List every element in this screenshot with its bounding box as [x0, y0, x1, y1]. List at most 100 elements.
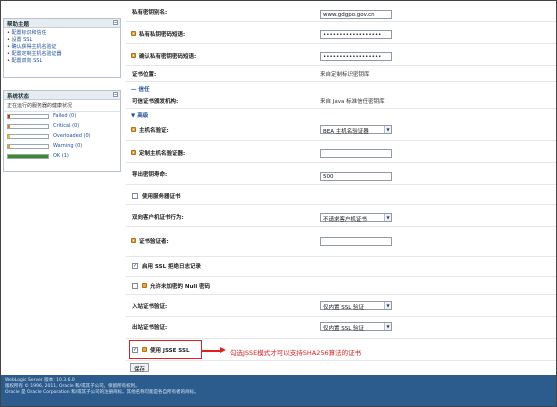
- collapse-icon[interactable]: −: [113, 92, 118, 97]
- private-key-alias-label: 私有密钥别名:: [132, 10, 168, 16]
- hostname-verify-label: 主机名验证:: [139, 128, 169, 134]
- status-bar-fill: [8, 115, 10, 118]
- key-icon: [131, 53, 136, 58]
- private-key-alias-input[interactable]: www.gdgpo.gov.cn: [320, 10, 392, 19]
- status-bar-fill: [8, 155, 48, 158]
- hostname-verify-selected: BEA 主机名验证器: [323, 129, 369, 135]
- status-row: Failed (0): [4, 112, 120, 122]
- status-bar: [7, 154, 49, 159]
- row-custom-hostname: 定制主机名验证器:: [126, 141, 556, 163]
- private-key-pass-input[interactable]: ••••••••••••••••••: [320, 30, 392, 39]
- row-ssl-rejection-log: ✓ 启用 SSL 拒绝日志记录: [126, 257, 556, 277]
- status-label[interactable]: Failed (0): [53, 113, 76, 119]
- key-icon: [131, 127, 136, 132]
- row-hostname-verify: 主机名验证: BEA 主机名验证器 ▼: [126, 119, 556, 141]
- confirm-pass-input[interactable]: ••••••••••••••••••: [320, 52, 392, 61]
- status-bar: [7, 114, 49, 119]
- inbound-cert-validation-label: 入站证书验证:: [132, 304, 168, 310]
- use-server-certs-checkbox[interactable]: [132, 193, 138, 199]
- status-rows: Failed (0) Critical (0) Overloaded (0) Warn…: [4, 112, 120, 162]
- annotation-highlight-box: [129, 340, 202, 359]
- footer-trademark: Oracle 是 Oracle Corporation 和/或其子公司的注册商标…: [5, 390, 199, 395]
- use-server-certs-label: 使用服务器证书: [142, 194, 181, 200]
- footer: WebLogic Server 版本: 10.3.6.0 版权所有 © 1996…: [1, 375, 556, 406]
- cert-authenticator-input[interactable]: [320, 237, 392, 246]
- client-cert-behavior-selected: 不请求客户机证书: [323, 217, 368, 223]
- outbound-cert-validation-selected: 仅内置 SSL 验证: [323, 326, 365, 332]
- row-cert-location: 证书位置: 来自定制标识密钥库: [126, 66, 556, 82]
- row-confirm-pass: 确认私有密钥密码短语: ••••••••••••••••••: [126, 44, 556, 66]
- left-column: 帮助主题 − 配置标识和信任 设置 SSL 确认获得主机名验证 配置定制主机名验…: [1, 1, 125, 375]
- status-label[interactable]: Warning (0): [53, 143, 82, 149]
- status-bar: [7, 124, 49, 129]
- help-link-two-way-ssl[interactable]: 配置双向 SSL: [7, 58, 117, 65]
- help-link-hostname-verify[interactable]: 确认获得主机名验证: [7, 44, 117, 51]
- system-status-title: 系统状态: [7, 94, 30, 100]
- row-null-cipher: 允许未加密的 Null 密码: [126, 277, 556, 295]
- status-label[interactable]: OK (1): [53, 153, 69, 159]
- row-trusted-ca: 可信证书颁发机构: 来自 Java 标准信任密钥库: [126, 93, 556, 109]
- row-private-key-pass: 私有私钥密码短语: ••••••••••••••••••: [126, 22, 556, 44]
- export-key-lifespan-input[interactable]: 500: [320, 172, 392, 181]
- annotation-text: 勾选JSSE模式才可以支持SHA256算法的证书: [230, 349, 362, 357]
- row-inbound-cert-validation: 入站证书验证: 仅内置 SSL 验证 ▼: [126, 295, 556, 317]
- custom-hostname-input[interactable]: [320, 149, 392, 158]
- help-link-setup-ssl[interactable]: 设置 SSL: [7, 37, 117, 44]
- status-label[interactable]: Critical (0): [53, 123, 79, 129]
- ssl-config-form: 私有密钥别名: www.gdgpo.gov.cn 私有私钥密码短语: •••••…: [126, 1, 556, 375]
- collapse-icon[interactable]: −: [113, 20, 118, 25]
- advanced-section-header[interactable]: ▼ 高级: [131, 111, 148, 119]
- row-cert-authenticator: 证书验证者:: [126, 227, 556, 257]
- help-topics-panel: 帮助主题 − 配置标识和信任 设置 SSL 确认获得主机名验证 配置定制主机名验…: [3, 18, 121, 78]
- help-topics-header: 帮助主题 −: [4, 19, 120, 28]
- annotation-arrow: [202, 350, 221, 352]
- help-link-identity-trust[interactable]: 配置标识和信任: [7, 30, 117, 37]
- status-row: Overloaded (0): [4, 132, 120, 142]
- annotation-arrow-head-icon: [220, 347, 226, 353]
- system-status-header: 系统状态 −: [4, 91, 120, 100]
- private-key-pass-label: 私有私钥密码短语:: [139, 32, 186, 38]
- ssl-rejection-log-checkbox[interactable]: ✓: [132, 263, 138, 269]
- client-cert-behavior-select[interactable]: 不请求客户机证书 ▼: [320, 213, 392, 223]
- cert-location-label: 证书位置:: [132, 72, 157, 78]
- null-cipher-checkbox[interactable]: [132, 283, 138, 289]
- row-client-cert-behavior: 双向客户机证书行为: 不请求客户机证书 ▼: [126, 205, 556, 227]
- help-topics-title: 帮助主题: [7, 22, 30, 28]
- row-outbound-cert-validation: 出站证书验证: 仅内置 SSL 验证 ▼: [126, 317, 556, 339]
- status-row: OK (1): [4, 152, 120, 162]
- system-status-subtitle: 正在运行的服务器的健康状况: [4, 100, 120, 112]
- key-icon: [131, 31, 136, 36]
- trusted-ca-label: 可信证书颁发机构:: [132, 99, 179, 105]
- status-bar: [7, 134, 49, 139]
- help-list: 配置标识和信任 设置 SSL 确认获得主机名验证 配置定制主机名验证器 配置双向…: [4, 28, 120, 67]
- row-export-key-lifespan: 导出密钥寿命: 500: [126, 163, 556, 185]
- row-private-key-alias: 私有密钥别名: www.gdgpo.gov.cn: [126, 6, 556, 22]
- chevron-down-icon: ▼: [384, 214, 391, 221]
- confirm-pass-label: 确认私有密钥密码短语:: [139, 54, 197, 60]
- key-icon: [142, 283, 147, 288]
- null-cipher-label: 允许未加密的 Null 密码: [150, 284, 211, 290]
- key-icon: [131, 150, 136, 155]
- chevron-down-icon: ▼: [384, 302, 391, 309]
- trusted-ca-value: 来自 Java 标准信任密钥库: [320, 99, 385, 105]
- help-link-custom-hostname[interactable]: 配置定制主机名验证器: [7, 51, 117, 58]
- chevron-down-icon: ▼: [384, 126, 391, 133]
- status-bar-fill: [8, 145, 10, 148]
- inbound-cert-validation-select[interactable]: 仅内置 SSL 验证 ▼: [320, 301, 392, 311]
- status-bar-fill: [8, 125, 10, 128]
- outbound-cert-validation-label: 出站证书验证:: [132, 325, 168, 331]
- cert-authenticator-label: 证书验证者:: [139, 239, 169, 245]
- save-button[interactable]: 保存: [130, 363, 150, 373]
- status-row: Critical (0): [4, 122, 120, 132]
- status-label[interactable]: Overloaded (0): [53, 133, 91, 139]
- hostname-verify-select[interactable]: BEA 主机名验证器 ▼: [320, 125, 392, 135]
- outbound-cert-validation-select[interactable]: 仅内置 SSL 验证 ▼: [320, 322, 392, 332]
- status-row: Warning (0): [4, 142, 120, 152]
- ssl-rejection-log-label: 启用 SSL 拒绝日志记录: [142, 264, 202, 270]
- row-use-server-certs: 使用服务器证书: [126, 185, 556, 205]
- export-key-lifespan-label: 导出密钥寿命:: [132, 172, 168, 178]
- client-cert-behavior-label: 双向客户机证书行为:: [132, 215, 184, 221]
- inbound-cert-validation-selected: 仅内置 SSL 验证: [323, 305, 365, 311]
- chevron-down-icon: ▼: [384, 323, 391, 330]
- trust-section-header[interactable]: — 信任: [131, 85, 150, 93]
